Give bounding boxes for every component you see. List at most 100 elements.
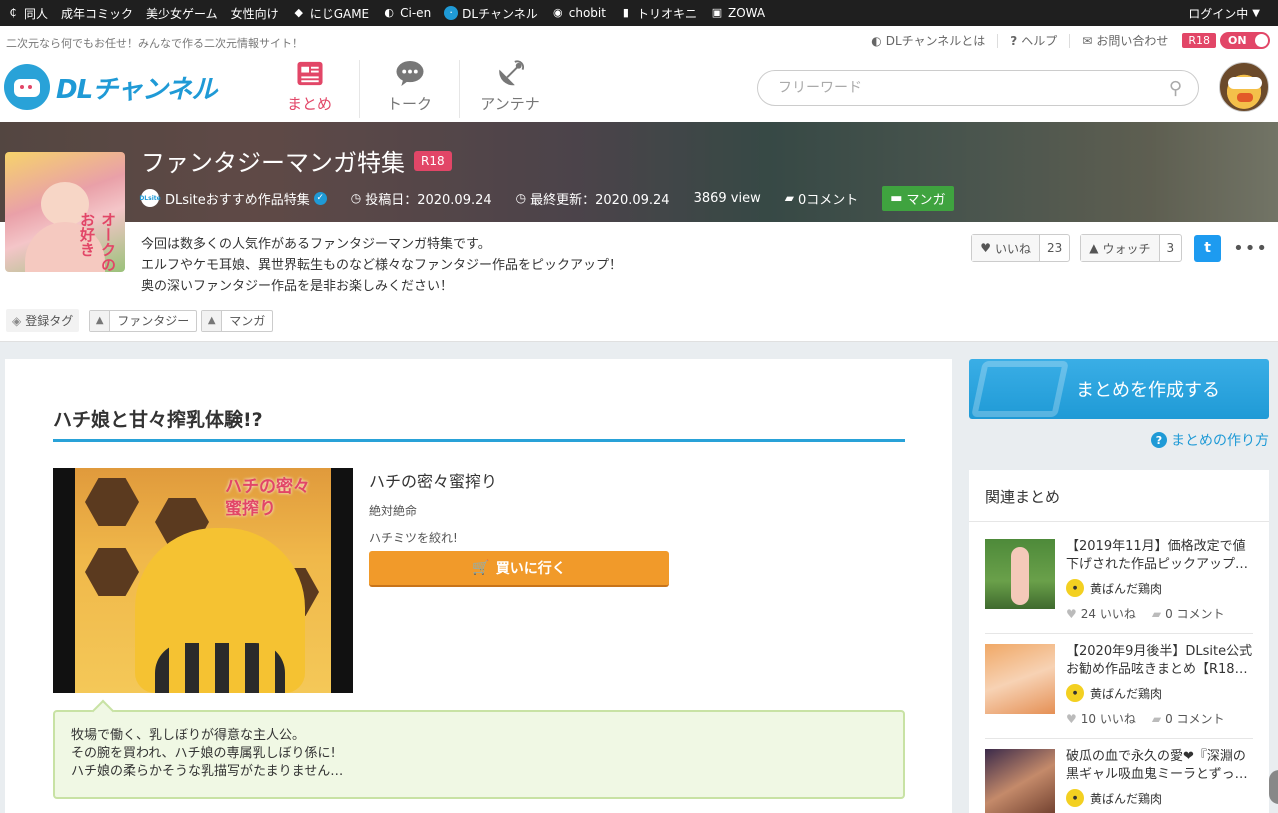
chobit-icon: ◉ xyxy=(552,6,563,19)
article-body: ハチ娘と甘々搾乳体験!? ハチの密々蜜搾り ハチの密々蜜搾り 絶対絶命 ハチミツ… xyxy=(5,359,952,813)
tag-list: ◈ 登録タグ ▲ ファンタジー ▲ マンガ xyxy=(6,309,277,332)
cart-icon: 🛒 xyxy=(472,560,490,576)
search-box: ⚲ xyxy=(757,70,1199,106)
category-badge[interactable]: ▬ マンガ xyxy=(882,185,954,211)
author-avatar: ● xyxy=(1066,789,1084,807)
tag-manga[interactable]: ▲ マンガ xyxy=(201,309,274,332)
tagline: 二次元なら何でもお任せ！みんなで作る二次元情報サイト！ xyxy=(6,37,303,50)
related-thumbnail[interactable] xyxy=(985,749,1055,813)
buy-button[interactable]: 🛒 買いに行く xyxy=(369,551,669,587)
bell-icon[interactable]: ▲ xyxy=(202,310,223,331)
nijigame-icon: ◆ xyxy=(294,6,303,19)
search-input[interactable] xyxy=(778,80,1169,96)
related-author[interactable]: ● 黄ばんだ鶏肉 xyxy=(1066,789,1162,807)
comment-icon: ▰ xyxy=(1151,606,1162,621)
site-header: 二次元なら何でもお任せ！みんなで作る二次元情報サイト！ ◐ DLチャンネルとは ?… xyxy=(0,26,1278,122)
list-item[interactable]: 破瓜の血で永久の愛❤『深淵の黒ギャル吸血鬼ミーラとずっ… ● 黄ばんだ鶏肉 xyxy=(985,749,1253,813)
author-link[interactable]: DLsite DLsiteおすすめ作品特集 ✓ xyxy=(139,189,327,208)
watch-button[interactable]: ▲ ウォッチ 3 xyxy=(1080,234,1183,262)
tags-label: ◈ 登録タグ xyxy=(6,309,80,332)
mail-icon: ✉ xyxy=(1082,33,1093,48)
nav-cien[interactable]: ◐ Ci-en xyxy=(382,6,431,20)
bell-icon[interactable]: ▲ xyxy=(90,310,111,331)
updated-date: ◷ 最終更新：2020.09.24 xyxy=(515,191,670,208)
article-description: 今回は数多くの人気作があるファンタジーマンガ特集です。 エルフやケモ耳娘、異世界… xyxy=(141,237,623,294)
article-meta: DLsite DLsiteおすすめ作品特集 ✓ ◷ 投稿日：2020.09.24 … xyxy=(139,185,954,211)
article-thumbnail: オークのお好き xyxy=(5,152,125,272)
contact-link[interactable]: ✉ お問い合わせ xyxy=(1082,32,1168,49)
cien-icon: ◐ xyxy=(384,6,394,19)
related-title: 関連まとめ xyxy=(969,470,1269,522)
nav-triokini[interactable]: ▮ トリオキニ xyxy=(619,5,697,22)
question-icon: ? xyxy=(1151,432,1167,448)
related-author[interactable]: ● 黄ばんだ鶏肉 xyxy=(1066,684,1162,702)
related-thumbnail[interactable] xyxy=(985,644,1055,714)
r18-toggle[interactable]: ON xyxy=(1220,32,1270,49)
author-avatar: ● xyxy=(1066,579,1084,597)
about-link[interactable]: ◐ DLチャンネルとは xyxy=(871,32,985,49)
nav-matome[interactable]: まとめ xyxy=(260,60,360,118)
article-summary: 今回は数多くの人気作があるファンタジーマンガ特集です。 エルフやケモ耳娘、異世界… xyxy=(0,222,1278,342)
tag-fantasy[interactable]: ▲ ファンタジー xyxy=(89,309,198,332)
comment-note: 牧場で働く、乳しぼりが得意な主人公。 その腕を買われ、ハチ娘の専属乳しぼり係に!… xyxy=(53,710,905,799)
main-nav: まとめ トーク アンテナ xyxy=(260,60,560,118)
chat-bubble-icon xyxy=(396,60,423,87)
tag-icon: ◈ xyxy=(12,313,22,328)
heart-icon: ♥ xyxy=(1066,711,1077,726)
work-cover-image[interactable]: ハチの密々蜜搾り xyxy=(53,468,353,693)
search-icon[interactable]: ⚲ xyxy=(1169,78,1182,99)
like-button[interactable]: ♥ いいね 23 xyxy=(971,234,1071,262)
mascot-icon xyxy=(4,64,50,110)
logo-text: DLチャンネル xyxy=(56,74,217,105)
heart-icon: ♥ xyxy=(980,241,991,255)
twitter-icon: t xyxy=(1204,240,1211,256)
author-avatar: ● xyxy=(1066,684,1084,702)
section-title: ハチ娘と甘々搾乳体験!? xyxy=(53,409,263,431)
nav-doujin[interactable]: ₵ 同人 xyxy=(6,5,49,22)
comment-icon: ▰ xyxy=(1151,711,1162,726)
nav-antenna[interactable]: アンテナ xyxy=(460,60,560,118)
nav-talk[interactable]: トーク xyxy=(360,60,460,118)
list-item[interactable]: 【2019年11月】価格改定で値下げされた作品ピックアップ… ● 黄ばんだ鶏肉 ♥… xyxy=(985,539,1253,634)
nav-game[interactable]: 美少女ゲーム xyxy=(146,5,218,22)
work-catch: ハチミツを絞れ! xyxy=(369,531,458,545)
article-actions: ♥ いいね 23 ▲ ウォッチ 3 t ••• xyxy=(961,234,1268,262)
nav-comic[interactable]: 成年コミック xyxy=(61,5,133,22)
verified-icon: ✓ xyxy=(313,191,327,205)
comment-icon: ▰ xyxy=(784,191,794,205)
dl-icon: ₵ xyxy=(9,6,17,19)
posted-date: ◷ 投稿日：2020.09.24 xyxy=(350,191,492,208)
satellite-icon xyxy=(499,60,525,86)
question-icon: ? xyxy=(1010,33,1018,48)
rating-badge: R18 xyxy=(414,150,452,171)
list-item[interactable]: 【2020年9月後半】DLsite公式お勧め作品呟きまとめ【R18… ● 黄ばんだ… xyxy=(985,644,1253,739)
related-thumbnail[interactable] xyxy=(985,539,1055,609)
work-circle[interactable]: 絶対絶命 xyxy=(369,502,497,519)
help-link[interactable]: ? ヘルプ xyxy=(1010,32,1057,49)
nav-dlchannel[interactable]: · DLチャンネル xyxy=(444,5,538,22)
nav-zowa[interactable]: ▣ ZOWA xyxy=(710,6,765,20)
related-matome: 関連まとめ 【2019年11月】価格改定で値下げされた作品ピックアップ… ● 黄ば… xyxy=(969,470,1269,813)
work-title[interactable]: ハチの密々蜜搾り xyxy=(369,468,497,492)
utility-links: ◐ DLチャンネルとは ? ヘルプ ✉ お問い合わせ R18 ON xyxy=(859,32,1270,49)
create-matome-button[interactable]: まとめを作成する xyxy=(969,359,1269,419)
site-logo[interactable]: DLチャンネル xyxy=(4,64,217,110)
newspaper-icon xyxy=(296,61,323,86)
r18-badge: R18 xyxy=(1182,33,1216,48)
clock-icon: ◷ xyxy=(350,191,362,205)
bell-icon: ▲ xyxy=(1089,241,1099,255)
nav-female[interactable]: 女性向け xyxy=(231,5,279,22)
nav-nijigame[interactable]: ◆ にじGAME xyxy=(292,5,369,22)
login-menu[interactable]: ログイン中 ▼ xyxy=(1188,0,1260,26)
scroll-to-top-button[interactable] xyxy=(1269,770,1278,804)
dlchannel-icon: · xyxy=(444,6,459,20)
avatar[interactable] xyxy=(1219,62,1269,112)
view-count: 3869 view xyxy=(693,190,761,206)
howto-link[interactable]: ? まとめの作り方 xyxy=(1151,430,1269,450)
related-author[interactable]: ● 黄ばんだ鶏肉 xyxy=(1066,579,1162,597)
nav-chobit[interactable]: ◉ chobit xyxy=(551,6,606,20)
clock-icon: ◷ xyxy=(515,191,527,205)
more-options-icon[interactable]: ••• xyxy=(1233,238,1268,259)
twitter-share-button[interactable]: t xyxy=(1194,234,1222,262)
comment-count[interactable]: ▰ 0コメント xyxy=(785,189,859,208)
